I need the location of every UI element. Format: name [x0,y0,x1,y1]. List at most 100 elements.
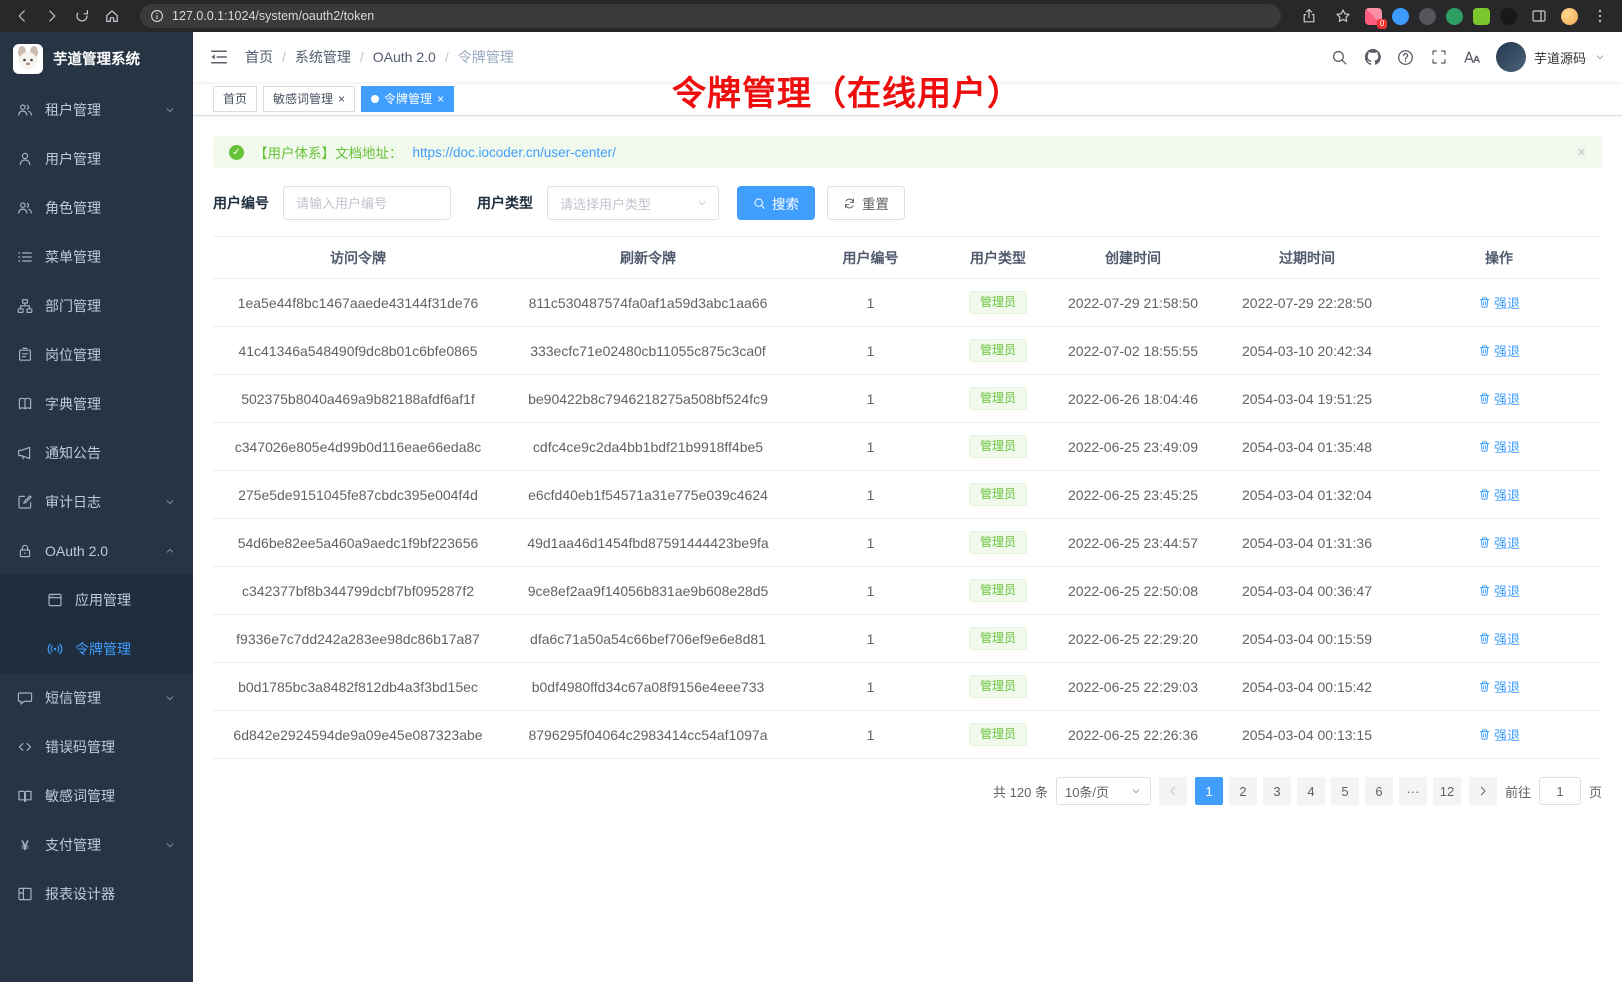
force-logout-button[interactable]: 强退 [1478,341,1520,360]
help-icon[interactable] [1397,48,1415,66]
sidebar-item-error-code[interactable]: 错误码管理 [0,722,193,771]
force-logout-button[interactable]: 强退 [1478,629,1520,648]
sidebar-menu: 租户管理用户管理角色管理菜单管理部门管理岗位管理字典管理通知公告审计日志OAut… [0,85,193,982]
next-page-button[interactable] [1469,777,1497,805]
browser-forward-button[interactable] [40,4,64,28]
reset-button[interactable]: 重置 [827,186,905,220]
doc-link[interactable]: https://doc.iocoder.cn/user-center/ [413,145,616,160]
sidebar-item-oauth2-token[interactable]: 令牌管理 [0,624,193,673]
address-bar[interactable]: 127.0.0.1:1024/system/oauth2/token [140,4,1281,28]
sidebar-item-dict[interactable]: 字典管理 [0,379,193,428]
page-button[interactable]: 12 [1433,777,1461,805]
user-type-select[interactable]: 请选择用户类型 [547,186,719,220]
force-logout-button[interactable]: 强退 [1478,581,1520,600]
app-logo[interactable]: 芋道管理系统 [0,32,193,85]
force-logout-button[interactable]: 强退 [1478,389,1520,408]
prev-page-button[interactable] [1159,777,1187,805]
alert-close-icon[interactable]: × [1577,144,1586,161]
user-type-label: 用户类型 [477,193,533,213]
page-button[interactable]: 2 [1229,777,1257,805]
trash-icon [1478,296,1491,309]
refresh-token-cell: 333ecfc71e02480cb11055c875c3ca0f [503,327,793,375]
force-logout-button[interactable]: 强退 [1478,533,1520,552]
extension-blue-icon[interactable] [1392,8,1409,25]
sidebar-item-pay[interactable]: ¥支付管理 [0,820,193,869]
browser-profile-avatar[interactable] [1561,8,1578,25]
breadcrumb-item[interactable]: OAuth 2.0 [373,49,436,65]
page-button[interactable]: 6 [1365,777,1393,805]
github-icon[interactable] [1364,48,1382,66]
user-id-cell: 1 [793,423,948,471]
font-size-icon[interactable] [1463,48,1481,66]
sidebar-panel-button[interactable] [1527,4,1551,28]
trash-icon [1478,344,1491,357]
sidebar-item-sensitive-word[interactable]: 敏感词管理 [0,771,193,820]
tab-close-icon[interactable]: × [338,93,345,105]
extension-green-icon[interactable] [1446,8,1463,25]
force-logout-button[interactable]: 强退 [1478,437,1520,456]
tab-token[interactable]: 令牌管理× [361,86,454,112]
user-id-cell: 1 [793,279,948,327]
user-menu[interactable]: 芋道源码 [1496,42,1606,72]
search-icon[interactable] [1331,48,1349,66]
sidebar-item-notice[interactable]: 通知公告 [0,428,193,477]
page-button[interactable]: 5 [1331,777,1359,805]
access-token-cell: 275e5de9151045fe87cbdc395e004f4d [213,471,503,519]
tab-home[interactable]: 首页 [213,86,257,112]
signal-icon [47,641,63,657]
sidebar-item-dept[interactable]: 部门管理 [0,281,193,330]
user-type-badge: 管理员 [969,291,1027,315]
hamburger-icon[interactable] [209,47,229,67]
force-logout-button[interactable]: 强退 [1478,725,1520,744]
sidebar-item-user[interactable]: 用户管理 [0,134,193,183]
browser-back-button[interactable] [10,4,34,28]
sidebar-item-oauth2-app[interactable]: 应用管理 [0,575,193,624]
goto-page-input[interactable] [1539,777,1581,805]
expire-time-cell: 2054-03-04 01:35:48 [1218,423,1396,471]
breadcrumb-item[interactable]: 首页 [245,47,273,67]
column-header: 用户类型 [948,237,1048,279]
sidebar-item-role[interactable]: 角色管理 [0,183,193,232]
access-token-cell: f9336e7c7dd242a283ee98dc86b17a87 [213,615,503,663]
extension-dark-icon[interactable] [1419,8,1436,25]
force-logout-button[interactable]: 强退 [1478,677,1520,696]
force-logout-button[interactable]: 强退 [1478,485,1520,504]
share-button[interactable] [1297,4,1321,28]
breadcrumb-item[interactable]: 系统管理 [295,47,351,67]
bookmark-star-button[interactable] [1331,4,1355,28]
extension-badge: 0 [1377,19,1387,29]
browser-home-button[interactable] [100,4,124,28]
app-title: 芋道管理系统 [53,48,140,69]
user-id-cell: 1 [793,327,948,375]
browser-menu-button[interactable] [1588,4,1612,28]
page-button[interactable]: 1 [1195,777,1223,805]
fullscreen-icon[interactable] [1430,48,1448,66]
code-icon [17,739,33,755]
user-id-input[interactable] [283,186,451,220]
extension-grid-icon[interactable]: 0 [1365,8,1382,25]
sidebar: 芋道管理系统 租户管理用户管理角色管理菜单管理部门管理岗位管理字典管理通知公告审… [0,32,193,982]
tab-close-icon[interactable]: × [437,93,444,105]
tab-sensitive-word[interactable]: 敏感词管理× [263,86,355,112]
column-header: 过期时间 [1218,237,1396,279]
refresh-token-cell: dfa6c71a50a54c66bef706ef9e6e8d81 [503,615,793,663]
browser-reload-button[interactable] [70,4,94,28]
search-button[interactable]: 搜索 [737,186,815,220]
sidebar-item-report-designer[interactable]: 报表设计器 [0,869,193,918]
sidebar-item-sms[interactable]: 短信管理 [0,673,193,722]
page-more-button[interactable]: ··· [1399,777,1427,805]
page-size-select[interactable]: 10条/页 [1056,777,1151,805]
force-logout-button[interactable]: 强退 [1478,293,1520,312]
user-id-cell: 1 [793,663,948,711]
sidebar-item-menu[interactable]: 菜单管理 [0,232,193,281]
sidebar-item-oauth2[interactable]: OAuth 2.0 [0,526,193,575]
site-info-icon[interactable] [150,9,164,23]
extension-puzzle-icon[interactable] [1473,8,1490,25]
sidebar-item-post[interactable]: 岗位管理 [0,330,193,379]
page-button[interactable]: 3 [1263,777,1291,805]
create-time-cell: 2022-06-25 22:29:20 [1048,615,1218,663]
page-button[interactable]: 4 [1297,777,1325,805]
extension-paw-icon[interactable] [1500,8,1517,25]
sidebar-item-tenant[interactable]: 租户管理 [0,85,193,134]
sidebar-item-audit-log[interactable]: 审计日志 [0,477,193,526]
